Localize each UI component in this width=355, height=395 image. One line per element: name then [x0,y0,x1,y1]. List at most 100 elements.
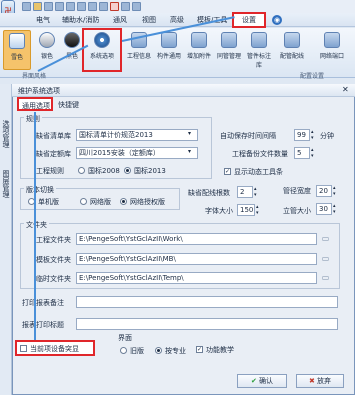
component-icon [161,32,177,48]
backup-label: 工程备份文件数量 [232,150,288,158]
check-icon: ✔ [250,377,257,385]
highlight-checkbox[interactable] [20,345,27,352]
radio-gb2013[interactable] [124,167,131,174]
pipe-icon [221,32,237,48]
spinner-icon[interactable]: ▴ ▾ [254,186,257,198]
qingdan-select[interactable]: 国标清单计价规范2013 [76,129,198,141]
template-folder-label: 模板文件夹 [36,256,71,264]
old-version-label: 旧版 [130,347,144,355]
print-icon[interactable] [55,2,64,11]
system-options-button[interactable]: 系统选项 [82,28,122,72]
feature-learn-label: 功能教学 [206,346,234,354]
folder-browse-icon[interactable]: ▭ [321,254,330,263]
font-size-input[interactable]: 150 [237,204,255,216]
tab-view[interactable]: 视图 [140,14,158,26]
print-note-input[interactable] [76,296,338,308]
project-rules-label: 工程规则 [36,167,64,175]
cancel-label: 放弃 [317,377,332,385]
spinner-icon[interactable]: ▴ ▾ [311,129,314,141]
spinner-icon[interactable]: ▴ ▾ [311,147,314,159]
dialog-close-icon[interactable]: ✕ [342,85,349,94]
sidebar-item-layers[interactable]: 图层管理 [1,170,11,198]
tab-water-fire[interactable]: 辅助水/消防 [60,14,101,26]
tab-shortcut[interactable]: 快捷键 [58,100,79,110]
template-folder-input[interactable]: E:\PengeSoft\YstGclAzII\MB\ [76,253,317,265]
folder-browse-icon[interactable]: ▭ [321,273,330,282]
tab-ventilation[interactable]: 通风 [111,14,129,26]
tab-general-options[interactable]: 通用选项 [17,97,53,111]
paste-icon[interactable] [88,2,97,11]
print-title-label: 报表打印标题 [22,321,64,329]
by-discipline-label: 按专业 [165,347,186,355]
work-folder-input[interactable]: E:\PengeSoft\YstGclAzII\Work\ [76,233,317,245]
network-label: 网络版 [90,198,111,206]
close-icon[interactable] [110,2,119,11]
radio-by-discipline[interactable] [155,347,162,354]
radio-network[interactable] [80,198,87,205]
default-wire-input[interactable]: 2 [237,186,253,198]
redo-icon[interactable] [121,2,130,11]
component-common-button[interactable]: 构件通用 [155,30,183,70]
radio-old-version[interactable] [120,347,127,354]
skin-snow-label: 雪色 [10,54,23,61]
cancel-button[interactable]: ✖ 放弃 [296,374,344,388]
save-icon[interactable] [44,2,53,11]
pipe-manage-label: 同管管理 [216,53,241,60]
spinner-icon[interactable]: ▴ ▾ [333,203,336,215]
group-label-skin: 界面风格 [22,73,47,80]
black-skin-icon [64,32,80,48]
tab-settings[interactable]: 设置 [232,12,266,28]
refresh-icon[interactable] [132,2,141,11]
skin-silver-label: 银色 [40,53,53,60]
undo-icon[interactable] [99,2,108,11]
feature-learn-checkbox[interactable]: ✓ [196,346,203,353]
highlight-label: 当前项设备突显 [30,345,79,353]
folder-browse-icon[interactable]: ▭ [321,234,330,243]
fitting-library-button[interactable]: 管件标注库 [245,30,273,70]
pipe-manage-button[interactable]: 同管管理 [215,30,243,70]
chevron-down-icon[interactable]: ▾ [188,148,191,155]
rules-group-label: 规则 [24,114,42,124]
backup-input[interactable]: 5 [294,147,310,159]
chevron-down-icon[interactable]: ▾ [188,130,191,137]
interface-group-label: 界面 [118,334,132,342]
skin-snow-button[interactable]: 雪色 [3,30,31,70]
show-toolbar-checkbox[interactable]: ✓ [224,168,231,175]
new-file-icon[interactable] [22,2,31,11]
print-note-label: 打印报表备注 [22,299,64,307]
open-file-icon[interactable] [33,2,42,11]
radio-gb2008[interactable] [78,167,85,174]
ok-button[interactable]: ✔ 确认 [237,374,287,388]
copy-icon[interactable] [77,2,86,11]
riser-size-input[interactable]: 30 [316,203,332,215]
tab-general-label: 通用选项 [22,102,50,110]
tab-electric[interactable]: 电气 [34,14,52,26]
standalone-label: 单机版 [38,198,59,206]
sidebar-item-options[interactable]: 选项管理 [1,120,11,148]
radio-network-license[interactable] [120,198,127,205]
fitting-icon [251,32,267,48]
tab-advanced[interactable]: 高级 [168,14,186,26]
work-folder-label: 工程文件夹 [36,236,71,244]
add-attachment-button[interactable]: 增加附件 [185,30,213,70]
version-group-label: 版本切换 [24,185,56,195]
show-toolbar-label: 显示动态工具条 [234,168,283,176]
cut-icon[interactable] [66,2,75,11]
network-port-button[interactable]: 网络端口 [312,30,352,70]
spinner-icon[interactable]: ▴ ▾ [256,204,259,216]
dialog-title: 维护系统选项 [18,87,60,95]
spinner-icon[interactable]: ▴ ▾ [333,185,336,197]
autosave-input[interactable]: 99 [294,129,310,141]
help-icon[interactable]: ◉ [272,15,282,25]
pipe-width-input[interactable]: 20 [316,185,332,197]
temp-folder-input[interactable]: E:\PengeSoft\YstGclAzII\Temp\ [76,272,317,284]
component-common-label: 构件通用 [156,53,181,60]
default-wire-label: 缺省配线根数 [188,189,230,197]
autosave-label: 自动保存时间间隔 [220,132,276,140]
print-title-input[interactable] [76,318,338,330]
attachment-icon [191,32,207,48]
network-icon [324,32,340,48]
wiring-button[interactable]: 配管配线 [278,30,306,70]
folder-group-label: 文件夹 [24,220,49,230]
dinge-select[interactable]: 四川2015安装（定额库） [76,147,198,159]
